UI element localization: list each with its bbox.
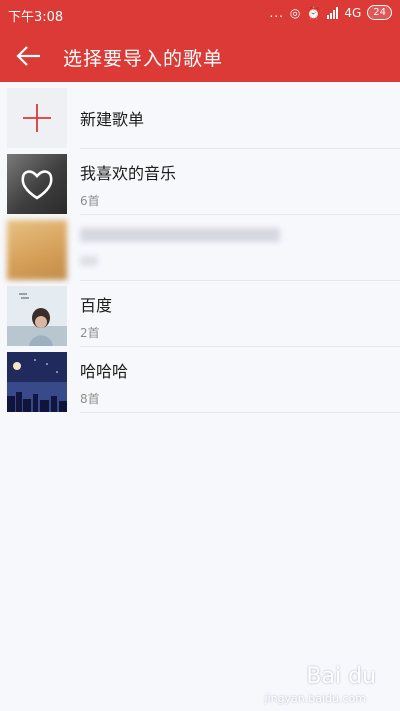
playlist-count: 8首 [80, 392, 100, 406]
divider [80, 412, 400, 413]
playlist-title: 我喜欢的音乐 [80, 164, 177, 183]
status-indicators: ... ◎ ⏰ 4G 24 [269, 5, 392, 20]
status-bar: 下午3:08 ... ◎ ⏰ 4G 24 [0, 0, 400, 30]
app-bar: 选择要导入的歌单 [0, 30, 400, 82]
baidu-text: 百度 2首 [80, 292, 112, 341]
plus-icon [23, 104, 51, 132]
playlist-list: 新建歌单 我喜欢的音乐 6首 百度 2首 哈哈哈 8首 [0, 82, 400, 413]
location-icon: ◎ [289, 5, 301, 20]
blurred-playlist-item[interactable] [0, 214, 400, 281]
playlist-title: 百度 [80, 296, 113, 315]
hahaha-cover [7, 352, 67, 412]
new-playlist-text: 新建歌单 [80, 106, 144, 130]
status-time: 下午3:08 [8, 10, 64, 25]
page-title: 选择要导入的歌单 [63, 48, 224, 70]
new-playlist-item[interactable]: 新建歌单 [0, 82, 400, 149]
add-playlist-thumb [7, 88, 67, 148]
playlist-count: 2首 [80, 326, 100, 340]
back-arrow-icon [16, 46, 40, 66]
playlist-count: 6首 [80, 194, 100, 208]
blurred-count-placeholder [80, 256, 98, 266]
night-sky-cover-image [7, 352, 67, 412]
signal-icon [327, 6, 339, 19]
blurred-title-placeholder [80, 228, 280, 242]
blurred-cover [7, 220, 67, 280]
battery-icon: 24 [367, 5, 392, 20]
notification-dots: ... [269, 5, 284, 20]
baidu-cover [7, 286, 67, 346]
playlist-title: 新建歌单 [80, 110, 145, 129]
network-type: 4G [344, 5, 362, 20]
album-cover-image [7, 286, 67, 346]
hahaha-playlist-item[interactable]: 哈哈哈 8首 [0, 346, 400, 413]
alarm-icon: ⏰ [306, 5, 322, 20]
baidu-watermark-url: jingyan.baidu.com [264, 692, 366, 705]
hahaha-text: 哈哈哈 8首 [80, 358, 128, 407]
favorites-playlist-item[interactable]: 我喜欢的音乐 6首 [0, 148, 400, 215]
back-button[interactable] [14, 42, 44, 70]
favorites-text: 我喜欢的音乐 6首 [80, 160, 176, 209]
baidu-watermark-logo: Bai du [306, 664, 376, 689]
favorites-cover [7, 154, 67, 214]
playlist-title: 哈哈哈 [80, 362, 129, 381]
heart-icon [21, 170, 53, 200]
blurred-text [80, 228, 280, 266]
baidu-playlist-item[interactable]: 百度 2首 [0, 280, 400, 347]
